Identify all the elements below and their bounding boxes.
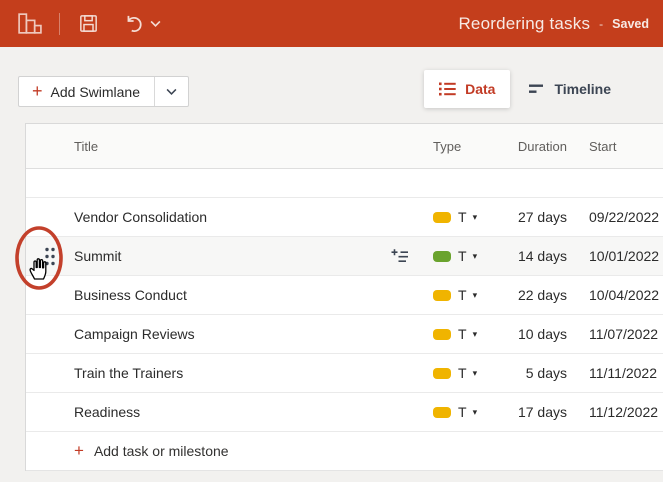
app-header: Reordering tasks - Saved — [0, 0, 663, 47]
column-header-duration[interactable]: Duration — [513, 139, 583, 154]
chevron-down-icon: ▾ — [472, 367, 478, 378]
chevron-down-icon — [166, 88, 177, 95]
chevron-down-icon: ▾ — [472, 289, 478, 300]
toolbar-divider — [59, 12, 60, 35]
task-type-label: T — [458, 287, 467, 303]
table-row[interactable]: Business Conduct T ▾ 22 days 10/04/2022 — [26, 276, 663, 315]
task-type-swatch — [433, 367, 451, 379]
task-start-date[interactable]: 10/04/2022 — [583, 287, 663, 303]
task-start-date[interactable]: 10/01/2022 — [583, 248, 663, 264]
title-separator: - — [599, 16, 604, 31]
add-swimlane-label: Add Swimlane — [50, 83, 141, 100]
task-title[interactable]: Train the Trainers — [74, 365, 183, 381]
task-type-dropdown[interactable]: T ▾ — [433, 326, 513, 342]
task-type-label: T — [458, 326, 467, 342]
plus-icon: + — [74, 440, 84, 460]
chevron-down-icon: ▾ — [472, 406, 478, 417]
task-start-date[interactable]: 11/12/2022 — [583, 404, 663, 420]
grid-header-row: Title Type Duration Start — [26, 124, 663, 169]
task-type-swatch — [433, 328, 451, 340]
task-type-swatch — [433, 250, 451, 262]
table-row[interactable]: Readiness T ▾ 17 days 11/12/2022 — [26, 393, 663, 432]
save-icon[interactable] — [78, 13, 99, 34]
add-swimlane-split-button: + Add Swimlane — [18, 76, 190, 107]
add-swimlane-button[interactable]: + Add Swimlane — [19, 77, 156, 106]
table-row-summit[interactable]: Summit T ▾ 14 days 10/01/2022 — [26, 237, 663, 276]
task-duration[interactable]: 10 days — [513, 326, 583, 342]
task-type-label: T — [458, 365, 467, 381]
column-header-title[interactable]: Title — [74, 139, 433, 154]
task-type-dropdown[interactable]: T ▾ — [433, 404, 513, 420]
tab-data[interactable]: Data — [424, 70, 511, 108]
task-type-dropdown[interactable]: T ▾ — [433, 248, 513, 264]
chevron-down-icon: ▾ — [472, 250, 478, 261]
task-grid: Title Type Duration Start Vendor Consoli… — [25, 123, 663, 471]
tab-timeline[interactable]: Timeline — [522, 70, 617, 108]
list-icon — [439, 82, 456, 96]
task-type-swatch — [433, 406, 451, 418]
table-row[interactable]: Vendor Consolidation T ▾ 27 days 09/22/2… — [26, 198, 663, 237]
task-type-dropdown[interactable]: T ▾ — [433, 365, 513, 381]
document-title: Reordering tasks — [458, 13, 591, 33]
column-header-type[interactable]: Type — [433, 139, 513, 154]
add-task-label: Add task or milestone — [93, 443, 229, 459]
task-type-label: T — [458, 404, 467, 420]
task-type-dropdown[interactable]: T ▾ — [433, 209, 513, 225]
task-title[interactable]: Summit — [74, 248, 121, 264]
task-type-label: T — [458, 209, 467, 225]
add-swimlane-dropdown-button[interactable] — [155, 77, 188, 106]
task-duration[interactable]: 27 days — [513, 209, 583, 225]
undo-dropdown-chevron-icon[interactable] — [150, 20, 161, 28]
tab-timeline-label: Timeline — [554, 81, 611, 97]
task-duration[interactable]: 22 days — [513, 287, 583, 303]
task-title[interactable]: Business Conduct — [74, 287, 187, 303]
task-start-date[interactable]: 11/07/2022 — [583, 326, 663, 342]
task-title[interactable]: Vendor Consolidation — [74, 209, 207, 225]
plus-icon: + — [32, 80, 43, 101]
timeline-bars-icon — [529, 84, 544, 93]
chevron-down-icon: ▾ — [472, 211, 478, 222]
task-title[interactable]: Readiness — [74, 404, 140, 420]
view-switcher: Data Timeline — [424, 70, 617, 108]
app-logo-swimlane-icon[interactable] — [16, 10, 43, 37]
chevron-down-icon: ▾ — [472, 328, 478, 339]
tab-data-label: Data — [465, 81, 496, 97]
table-row[interactable]: Train the Trainers T ▾ 5 days 11/11/2022 — [26, 354, 663, 393]
drag-handle-icon[interactable] — [43, 246, 57, 267]
task-type-label: T — [458, 248, 467, 264]
swimlane-spacer-row — [26, 169, 663, 198]
task-duration[interactable]: 17 days — [513, 404, 583, 420]
add-task-or-milestone-button[interactable]: + Add task or milestone — [26, 432, 663, 471]
undo-icon[interactable] — [123, 13, 144, 34]
task-duration[interactable]: 14 days — [513, 248, 583, 264]
column-header-start[interactable]: Start — [583, 139, 663, 154]
task-type-swatch — [433, 289, 451, 301]
task-title[interactable]: Campaign Reviews — [74, 326, 195, 342]
table-row[interactable]: Campaign Reviews T ▾ 10 days 11/07/2022 — [26, 315, 663, 354]
task-type-dropdown[interactable]: T ▾ — [433, 287, 513, 303]
add-subtask-icon[interactable] — [390, 248, 409, 264]
task-type-swatch — [433, 211, 451, 223]
save-status-badge: Saved — [612, 16, 649, 31]
task-start-date[interactable]: 09/22/2022 — [583, 209, 663, 225]
task-duration[interactable]: 5 days — [513, 365, 583, 381]
task-start-date[interactable]: 11/11/2022 — [583, 365, 663, 381]
